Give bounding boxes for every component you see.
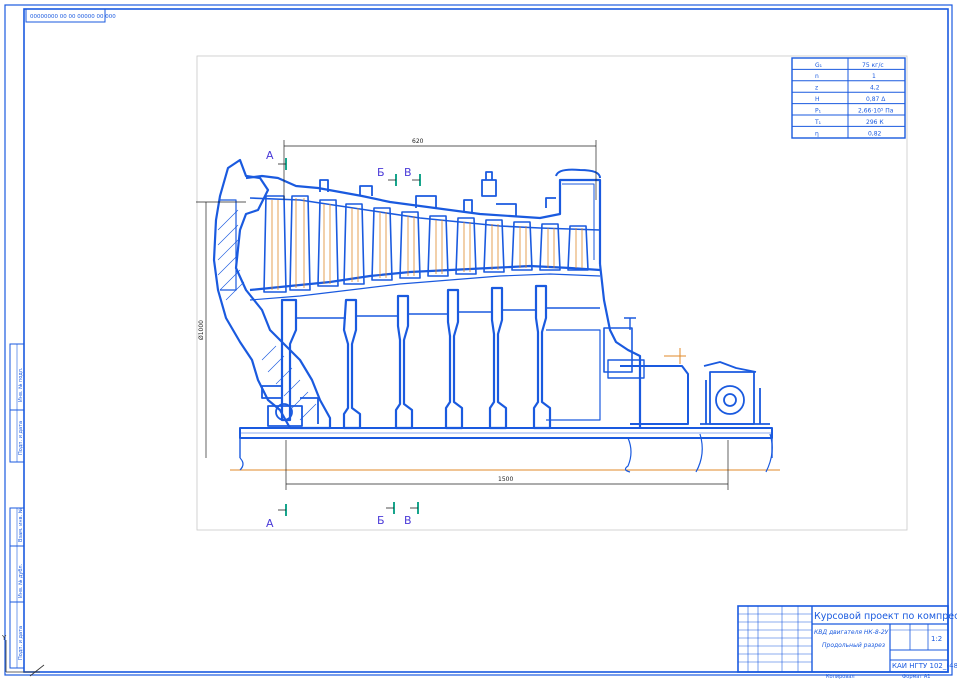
title-block-title: Курсовой проект по компрессорам bbox=[814, 611, 957, 622]
param-symbol: G₁ bbox=[815, 62, 823, 69]
param-symbol: η bbox=[815, 131, 819, 138]
param-value: 1 bbox=[872, 73, 876, 80]
side-label-5: Подп. и дата bbox=[18, 626, 24, 660]
param-symbol: z bbox=[815, 85, 818, 92]
side-label-3: Взам. инв. № bbox=[18, 507, 24, 542]
param-value: 0,82 bbox=[868, 131, 882, 138]
section-letter-v-bottom: В bbox=[404, 514, 412, 527]
dimension-bottom: 1500 bbox=[498, 476, 513, 483]
param-value: 0,87 Δ bbox=[866, 96, 886, 103]
param-value: 2,66·10⁵ Па bbox=[858, 108, 894, 115]
title-block-copy-label: Копировал bbox=[826, 674, 855, 680]
drawing-sheet: 00000000 00 00 00000 00 000 Инв. № подл.… bbox=[0, 0, 957, 680]
param-symbol: Η bbox=[815, 96, 820, 103]
drawing-viewport bbox=[196, 55, 908, 531]
dimension-height: Ø1000 bbox=[198, 320, 205, 340]
outlet-casing bbox=[598, 263, 642, 428]
param-symbol: P₁ bbox=[815, 108, 822, 115]
param-value: 296 К bbox=[866, 119, 884, 126]
top-code-text: 00000000 00 00 00000 00 000 bbox=[30, 14, 116, 20]
parameter-table: G₁ 75 кг/с n 1 z 4,2 Η 0,87 Δ P₁ 2,66·10… bbox=[791, 57, 906, 139]
technical-drawing: 00000000 00 00 00000 00 000 Инв. № подл.… bbox=[1, 4, 957, 680]
title-block-subtitle-2: Продольный разрез bbox=[822, 642, 885, 649]
sheet-inner-frame bbox=[23, 8, 949, 673]
dimension-top: 620 bbox=[412, 138, 424, 145]
title-block-sheet-code: КАИ НГТУ 102_(48) bbox=[892, 662, 957, 670]
side-label-1: Инв. № подл. bbox=[18, 367, 24, 402]
sheet-outer-border bbox=[4, 4, 953, 676]
section-letter-v-top: В bbox=[404, 166, 412, 179]
param-value: 75 кг/с bbox=[862, 62, 884, 69]
param-symbol: n bbox=[815, 73, 819, 80]
param-value: 4,2 bbox=[870, 85, 880, 92]
title-block-subtitle-1: КВД двигателя НК-8-2У bbox=[814, 629, 889, 636]
left-stamp-column: Инв. № подл. Подп. и дата Взам. инв. № И… bbox=[9, 343, 25, 669]
svg-text:Y: Y bbox=[1, 634, 7, 642]
section-letter-a-bottom: А bbox=[266, 517, 274, 530]
section-letter-b-top: Б bbox=[377, 166, 385, 179]
side-label-2: Подп. и дата bbox=[18, 421, 24, 455]
outer-casing bbox=[245, 174, 602, 264]
title-block-scale: 1:2 bbox=[931, 635, 942, 643]
rear-bearing bbox=[695, 361, 773, 473]
compressor-section bbox=[212, 158, 780, 473]
param-symbol: T₁ bbox=[814, 119, 822, 126]
side-label-4: Инв. № дубл. bbox=[18, 563, 24, 598]
title-block-format-label: Формат А1 bbox=[902, 674, 930, 680]
section-letter-a-top: А bbox=[266, 149, 274, 162]
section-letter-b-bottom: Б bbox=[377, 514, 385, 527]
